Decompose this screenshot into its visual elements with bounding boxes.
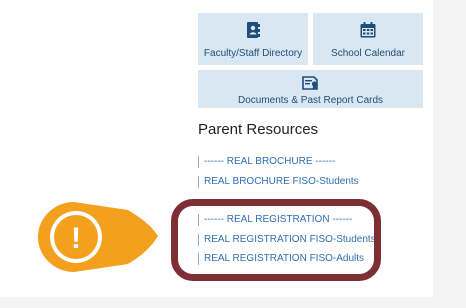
- link-real-brochure-fiso-students[interactable]: REAL BROCHURE FISO-Students: [198, 176, 359, 188]
- calendar-icon: [360, 22, 376, 43]
- exclamation-callout-icon: !: [38, 202, 158, 272]
- parent-resources-title: Parent Resources: [198, 121, 319, 138]
- documents-tile[interactable]: Documents & Past Report Cards: [198, 70, 423, 108]
- link-real-brochure-header[interactable]: ------ REAL BROCHURE ------: [198, 156, 335, 168]
- certificate-document-icon: [301, 75, 320, 95]
- address-book-icon: [246, 22, 260, 43]
- school-calendar-tile[interactable]: School Calendar: [313, 13, 423, 65]
- faculty-directory-label: Faculty/Staff Directory: [203, 48, 303, 59]
- right-gutter: [433, 0, 466, 300]
- highlight-box: [171, 199, 381, 281]
- callout-symbol: !: [71, 222, 81, 255]
- page: Faculty/Staff Directory School Calendar: [0, 0, 466, 308]
- documents-label: Documents & Past Report Cards: [237, 95, 384, 106]
- bottom-gutter: [0, 297, 466, 308]
- school-calendar-label: School Calendar: [331, 48, 405, 59]
- faculty-directory-tile[interactable]: Faculty/Staff Directory: [198, 13, 308, 65]
